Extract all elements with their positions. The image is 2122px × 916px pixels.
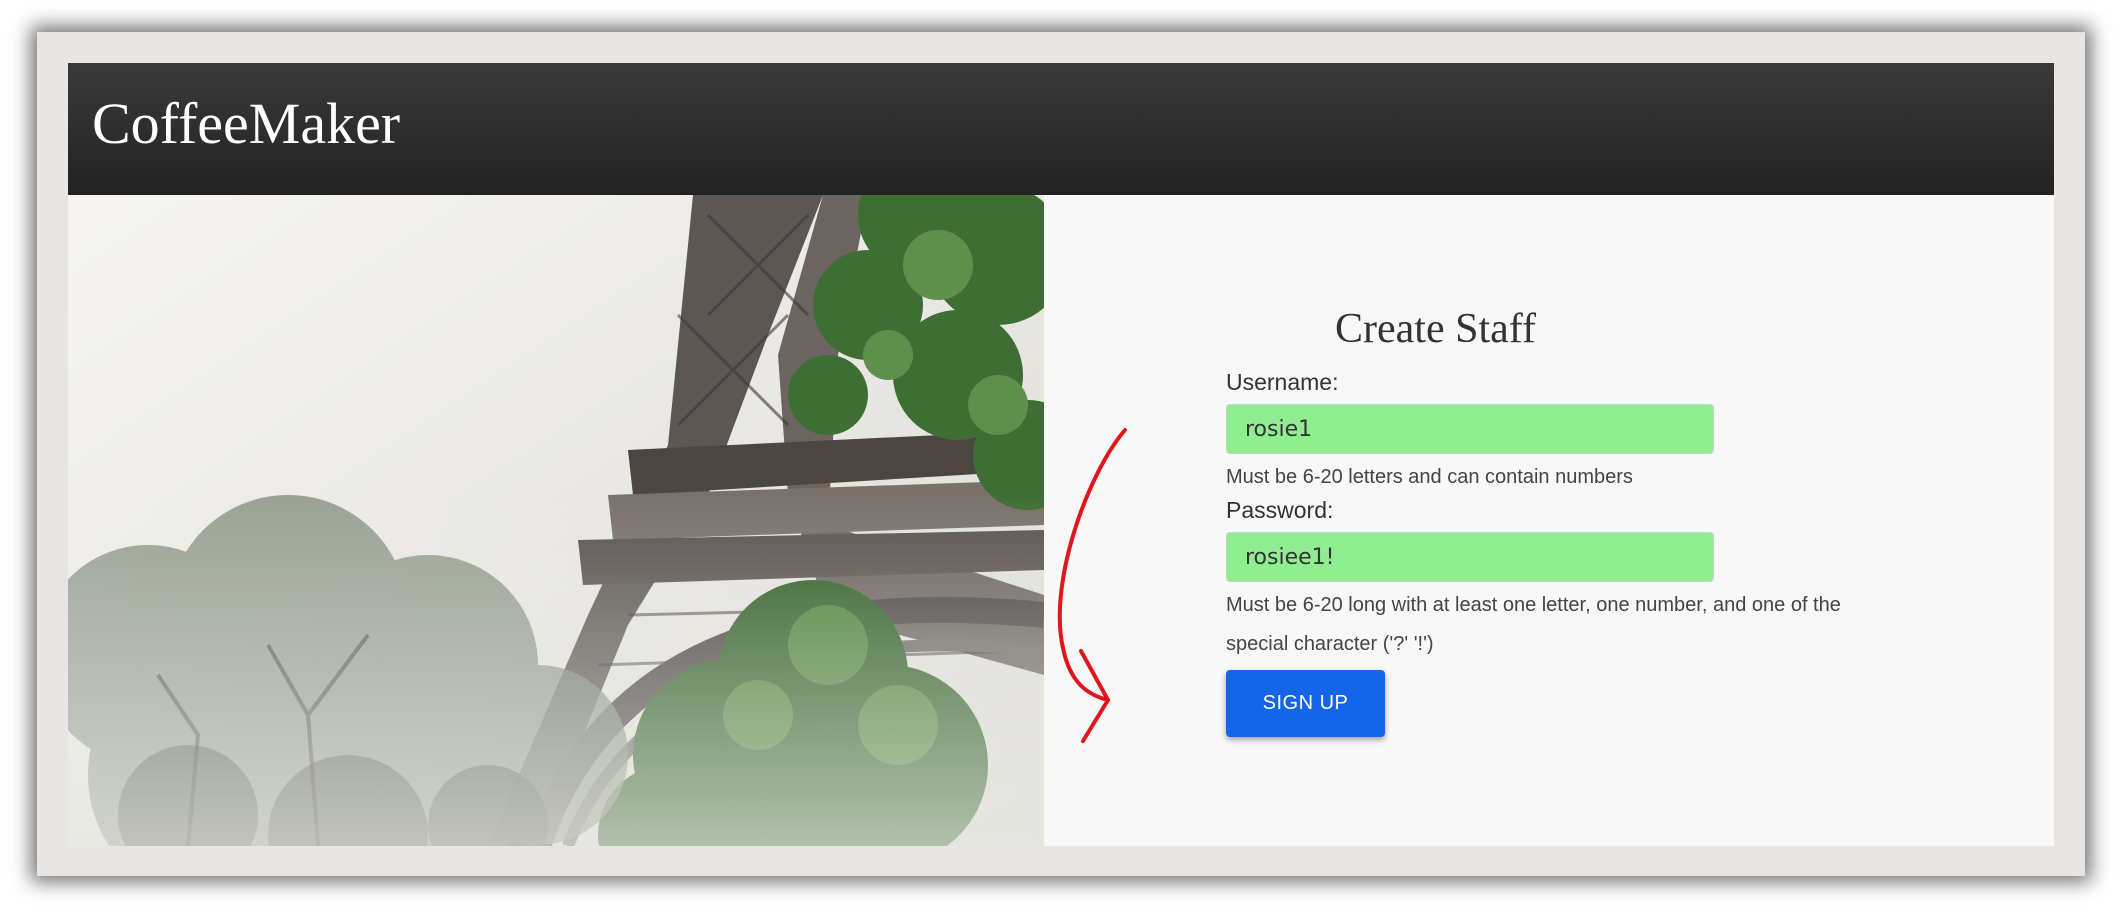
eiffel-tower-photo xyxy=(68,195,1044,846)
eiffel-tower-illustration xyxy=(68,195,1044,846)
sign-up-button[interactable]: SIGN UP xyxy=(1226,670,1385,737)
password-input[interactable] xyxy=(1226,532,1714,582)
navbar: CoffeeMaker xyxy=(68,63,2054,196)
form-title: Create Staff xyxy=(1335,306,1536,352)
password-help-text: Must be 6-20 long with at least one lett… xyxy=(1226,594,1841,655)
username-input[interactable] xyxy=(1226,404,1714,454)
password-label: Password: xyxy=(1226,497,1334,523)
screenshot-frame: CoffeeMaker Create Staff Username: rosie… xyxy=(37,32,2085,876)
username-help-text: Must be 6-20 letters and can contain num… xyxy=(1226,466,1633,488)
create-staff-panel: Create Staff Username: Must be 6-20 lett… xyxy=(1044,195,2054,846)
username-label: Username: xyxy=(1226,369,1339,395)
app-window: CoffeeMaker Create Staff Username: rosie… xyxy=(68,63,2054,846)
brand-title[interactable]: CoffeeMaker xyxy=(92,89,400,159)
